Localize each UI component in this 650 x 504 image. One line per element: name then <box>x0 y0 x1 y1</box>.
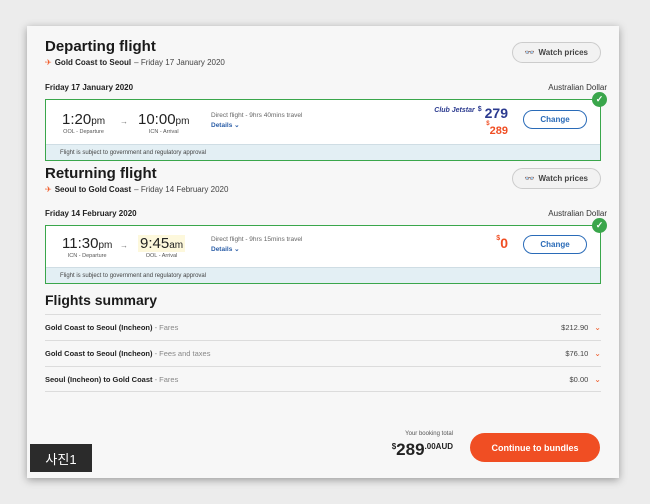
arrow-right-icon: → <box>120 117 128 126</box>
club-price: 279 <box>484 105 508 121</box>
arrow-right-icon: → <box>120 241 128 250</box>
photo-caption: 사진1 <box>30 444 92 472</box>
flights-content: 👓 Watch prices Departing flight ✈ Gold C… <box>45 38 607 392</box>
returning-flight-card[interactable]: ✓ 11:30pm ICN - Departure → 9:45am OOL -… <box>45 218 607 284</box>
departure-time: 1:20pm OOL - Departure <box>62 111 106 135</box>
chevron-down-icon[interactable]: ⌄ <box>594 375 601 384</box>
details-link[interactable]: Details ⌄ <box>211 245 302 253</box>
arrival-time: 10:00pm ICN - Arrival <box>138 111 190 135</box>
watch-prices-button-departing[interactable]: 👓 Watch prices <box>511 42 601 63</box>
arrival-time: 9:45am OOL - Arrival <box>138 235 186 259</box>
chevron-down-icon[interactable]: ⌄ <box>594 323 601 332</box>
summary-row[interactable]: Seoul (Incheon) to Gold Coast - Fares $0… <box>45 366 601 392</box>
departing-flight-card[interactable]: ✓ 1:20pm OOL - Departure → 10:00pm ICN -… <box>45 92 607 161</box>
total-label: Your booking total <box>405 431 453 437</box>
regulatory-note: Flight is subject to government and regu… <box>46 144 600 160</box>
booking-footer: Your booking total $289.00AUD Continue t… <box>27 422 619 478</box>
summary-list: Gold Coast to Seoul (Incheon) - Fares $2… <box>45 314 601 392</box>
returning-day-row: Friday 14 February 2020 Australian Dolla… <box>45 209 607 218</box>
departing-day-row: Friday 17 January 2020 Australian Dollar <box>45 83 607 92</box>
binoculars-icon: 👓 <box>524 48 535 57</box>
regulatory-note: Flight is subject to government and regu… <box>46 267 600 283</box>
plane-icon: ✈ <box>45 58 52 67</box>
continue-to-bundles-button[interactable]: Continue to bundles <box>470 433 600 462</box>
booking-panel: 👓 Watch prices Departing flight ✈ Gold C… <box>27 26 619 478</box>
fare-prices: $0 <box>496 235 508 251</box>
fare-prices: Club Jetstar $279 $289 <box>434 105 508 137</box>
returning-section: 👓 Watch prices Returning flight ✈ Seoul … <box>45 165 607 284</box>
change-button-departing[interactable]: Change <box>523 110 587 129</box>
chevron-down-icon[interactable]: ⌄ <box>594 349 601 358</box>
standard-price: 289 <box>489 125 508 137</box>
flight-info: Direct flight - 9hrs 15mins travel Detai… <box>211 236 303 253</box>
summary-title: Flights summary <box>45 292 158 308</box>
booking-total: $289.00AUD <box>391 440 453 459</box>
departure-time: 11:30pm ICN - Departure <box>62 235 113 259</box>
flight-info: Direct flight - 9hrs 40mins travel Detai… <box>211 112 303 129</box>
plane-icon: ✈ <box>45 185 52 194</box>
details-link[interactable]: Details ⌄ <box>211 121 302 129</box>
standard-price: 0 <box>500 235 508 251</box>
summary-row[interactable]: Gold Coast to Seoul (Incheon) - Fees and… <box>45 340 601 366</box>
departing-section: 👓 Watch prices Departing flight ✈ Gold C… <box>45 38 607 161</box>
change-button-returning[interactable]: Change <box>523 235 587 254</box>
watch-prices-button-returning[interactable]: 👓 Watch prices <box>511 168 601 189</box>
summary-row[interactable]: Gold Coast to Seoul (Incheon) - Fares $2… <box>45 314 601 340</box>
binoculars-icon: 👓 <box>524 174 535 183</box>
